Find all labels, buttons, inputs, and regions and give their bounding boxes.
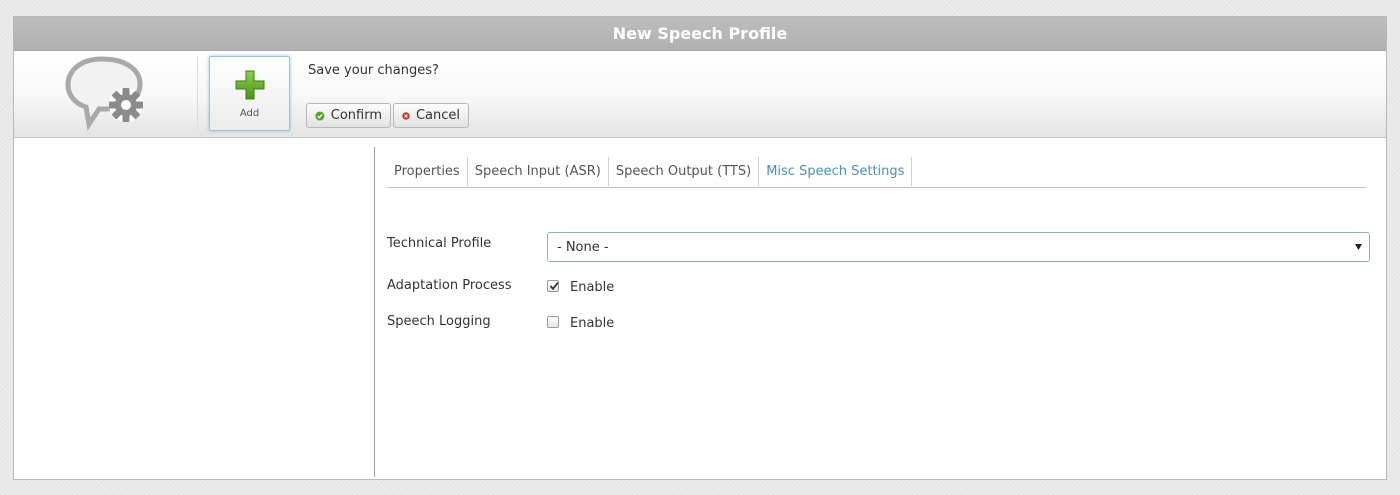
triangle-down-icon	[1355, 244, 1362, 250]
green-plus-icon	[235, 70, 264, 100]
save-prompt: Save your changes?	[308, 63, 439, 78]
speech-logging-checkbox[interactable]	[547, 316, 559, 328]
speech-logging-enable-label: Enable	[570, 316, 615, 331]
confirm-button-label: Confirm	[330, 108, 382, 123]
cancel-button-label: Cancel	[415, 108, 460, 123]
technical-profile-label: Technical Profile	[387, 236, 492, 251]
adaptation-process-enable-label: Enable	[570, 280, 615, 295]
adaptation-process-label: Adaptation Process	[387, 278, 512, 293]
x-circle-icon	[402, 111, 410, 120]
checkmark-icon	[549, 281, 559, 291]
speech-logging-label: Speech Logging	[387, 314, 491, 329]
speech-bubble-gear-icon	[65, 56, 143, 131]
tab-speech-output-tts[interactable]: Speech Output (TTS)	[609, 157, 760, 186]
confirm-button[interactable]: Confirm	[306, 103, 391, 128]
content-divider	[374, 147, 375, 477]
add-button-label: Add	[239, 108, 260, 119]
tab-properties[interactable]: Properties	[387, 157, 468, 186]
check-circle-icon	[315, 110, 325, 121]
speech-profile-window: New Speech Profile Add Save your changes…	[13, 16, 1387, 480]
add-button[interactable]: Add	[209, 56, 290, 131]
adaptation-process-checkbox[interactable]	[547, 280, 559, 292]
toolbar-divider	[197, 57, 198, 131]
technical-profile-value: - None -	[557, 239, 609, 255]
cancel-button[interactable]: Cancel	[393, 103, 469, 128]
technical-profile-select[interactable]: - None -	[547, 232, 1370, 262]
tab-misc-speech-settings[interactable]: Misc Speech Settings	[759, 157, 913, 186]
tab-bar: Properties Speech Input (ASR) Speech Out…	[387, 157, 1366, 188]
window-title: New Speech Profile	[14, 17, 1386, 51]
toolbar: Add Save your changes? Confirm Cancel	[14, 51, 1386, 138]
tab-speech-input-asr[interactable]: Speech Input (ASR)	[468, 157, 609, 186]
